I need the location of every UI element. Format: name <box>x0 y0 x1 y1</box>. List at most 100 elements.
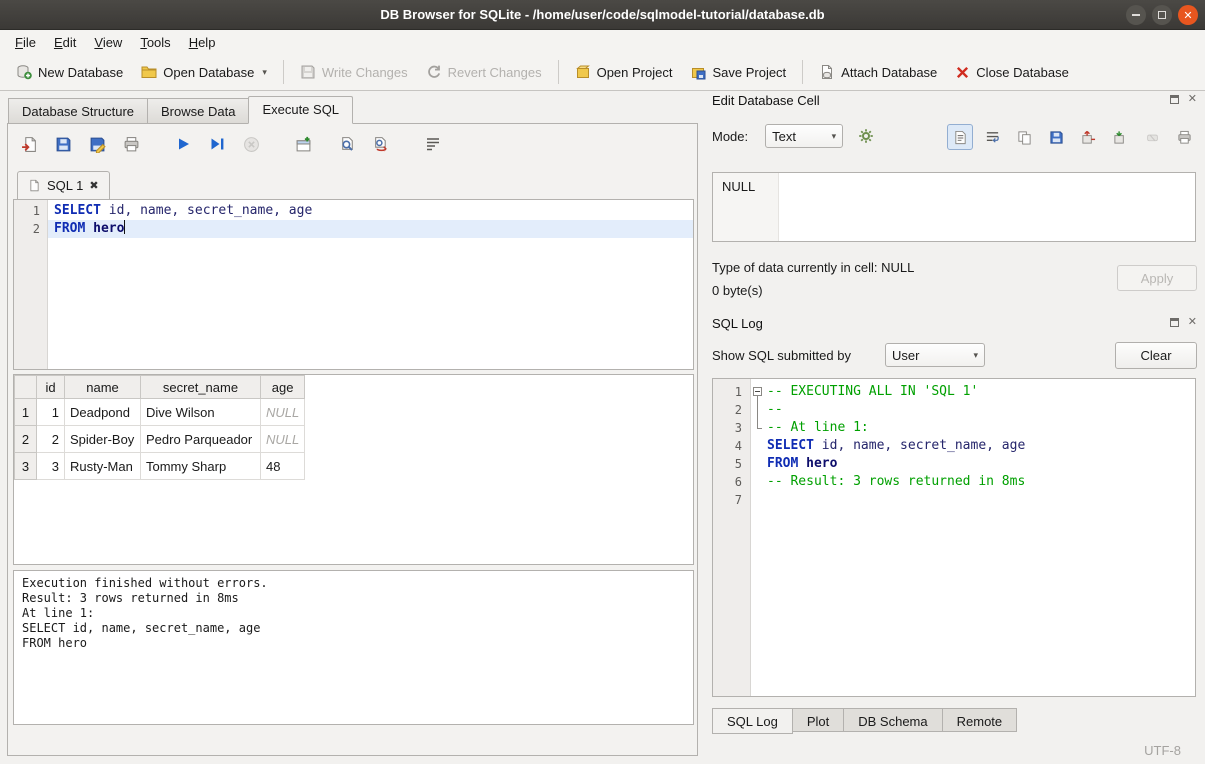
close-database-button[interactable]: Close Database <box>947 60 1077 85</box>
log-line-7 <box>765 491 1195 509</box>
menu-help[interactable]: Help <box>180 32 225 53</box>
text-caret <box>124 220 125 234</box>
column-header-name[interactable]: name <box>65 376 141 399</box>
save-sql-file-as-button[interactable] <box>84 131 110 157</box>
window-title: DB Browser for SQLite - /home/user/code/… <box>380 7 824 22</box>
close-dock-icon[interactable]: ✕ <box>1188 95 1197 104</box>
find-button[interactable] <box>334 131 360 157</box>
corner-header[interactable] <box>15 376 37 399</box>
cell-id[interactable]: 2 <box>37 426 65 453</box>
cell-secret-name[interactable]: Pedro Parqueador <box>141 426 261 453</box>
minimize-button[interactable] <box>1126 5 1146 25</box>
cell-name[interactable]: Spider-Boy <box>65 426 141 453</box>
maximize-button[interactable] <box>1152 5 1172 25</box>
row-number[interactable]: 2 <box>15 426 37 453</box>
clear-log-button[interactable]: Clear <box>1115 342 1197 369</box>
toolbar-separator <box>558 60 559 84</box>
tab-browse-data[interactable]: Browse Data <box>147 98 249 124</box>
save-sql-file-button[interactable] <box>50 131 76 157</box>
open-database-dropdown-icon[interactable]: ▾ <box>262 67 267 78</box>
menu-file[interactable]: File <box>6 32 45 53</box>
save-project-button[interactable]: Save Project <box>682 59 794 85</box>
line-number: 4 <box>713 437 742 455</box>
cell-id[interactable]: 1 <box>37 399 65 426</box>
execute-sql-panel: SQL 1 ✖ 1 2 SELECT id, name, secret_name… <box>7 123 698 756</box>
cell-mode-row: Mode: Text ▾ <box>712 123 879 149</box>
revert-changes-icon <box>426 64 442 80</box>
fold-collapse-icon[interactable] <box>753 387 762 396</box>
open-sql-file-button[interactable] <box>16 131 42 157</box>
word-wrap-icon <box>985 130 1000 145</box>
open-database-button[interactable]: Open Database ▾ <box>133 59 275 85</box>
submitted-by-combobox[interactable]: User ▾ <box>885 343 985 367</box>
sql-log-filter-row: Show SQL submitted by User ▾ <box>712 341 985 369</box>
dock-tab-db-schema[interactable]: DB Schema <box>843 708 942 732</box>
new-sql-tab-button[interactable] <box>290 131 316 157</box>
row-number[interactable]: 3 <box>15 453 37 480</box>
new-tab-icon <box>295 136 312 153</box>
attach-database-button[interactable]: Attach Database <box>811 59 945 85</box>
cell-age[interactable]: 48 <box>261 453 305 480</box>
cell-age[interactable]: NULL <box>261 426 305 453</box>
sql-tab-close-icon[interactable]: ✖ <box>89 179 98 192</box>
cell-secret-name[interactable]: Tommy Sharp <box>141 453 261 480</box>
import-cell-button[interactable] <box>1107 124 1133 150</box>
row-number[interactable]: 1 <box>15 399 37 426</box>
print-button[interactable] <box>118 131 144 157</box>
open-project-button[interactable]: Open Project <box>567 59 681 85</box>
copy-button[interactable] <box>1011 124 1037 150</box>
mode-label: Mode: <box>712 129 748 144</box>
close-dock-icon[interactable]: ✕ <box>1188 318 1197 327</box>
word-wrap-button[interactable] <box>420 131 446 157</box>
float-dock-icon[interactable] <box>1170 318 1179 327</box>
column-header-secret-name[interactable]: secret_name <box>141 376 261 399</box>
save-cell-button[interactable] <box>1043 124 1069 150</box>
dock-tab-remote[interactable]: Remote <box>942 708 1018 732</box>
mode-combobox[interactable]: Text ▾ <box>765 124 843 148</box>
new-database-button[interactable]: New Database <box>8 59 131 85</box>
menubar: File Edit View Tools Help <box>0 30 1205 54</box>
table-row: 3 3 Rusty-Man Tommy Sharp 48 <box>15 453 305 480</box>
sql-log-view: 1 2 3 4 5 6 7 -- EXECUTING ALL IN 'SQL 1… <box>712 378 1196 697</box>
export-cell-button[interactable] <box>1075 124 1101 150</box>
tab-execute-sql[interactable]: Execute SQL <box>248 96 353 124</box>
line-number: 5 <box>713 455 742 473</box>
editor-code-area[interactable]: SELECT id, name, secret_name, age FROM h… <box>48 200 693 369</box>
line-number: 7 <box>713 491 742 509</box>
execute-all-button[interactable] <box>170 131 196 157</box>
fold-margin <box>751 379 765 696</box>
cell-id[interactable]: 3 <box>37 453 65 480</box>
cell-name[interactable]: Rusty-Man <box>65 453 141 480</box>
sql-editor[interactable]: 1 2 SELECT id, name, secret_name, age FR… <box>13 200 694 370</box>
cell-secret-name[interactable]: Dive Wilson <box>141 399 261 426</box>
dock-tab-sql-log[interactable]: SQL Log <box>712 708 793 734</box>
execute-current-line-icon <box>209 136 225 152</box>
cell-settings-button[interactable] <box>853 123 879 149</box>
line-number: 2 <box>713 401 742 419</box>
cell-name[interactable]: Deadpond <box>65 399 141 426</box>
execute-all-icon <box>175 136 191 152</box>
dock-tab-plot[interactable]: Plot <box>792 708 844 732</box>
menu-tools[interactable]: Tools <box>131 32 179 53</box>
menu-view[interactable]: View <box>85 32 131 53</box>
print-cell-button[interactable] <box>1171 124 1197 150</box>
word-wrap-button[interactable] <box>979 124 1005 150</box>
cell-age[interactable]: NULL <box>261 399 305 426</box>
minimize-icon <box>1132 14 1140 16</box>
results-grid: id name secret_name age 1 1 Deadpond Div… <box>13 374 694 565</box>
find-replace-button[interactable] <box>368 131 394 157</box>
menu-edit[interactable]: Edit <box>45 32 85 53</box>
tab-database-structure[interactable]: Database Structure <box>8 98 148 124</box>
encoding-indicator[interactable]: UTF-8 <box>1144 743 1181 758</box>
log-line-6: -- Result: 3 rows returned in 8ms <box>765 473 1195 491</box>
float-dock-icon[interactable] <box>1170 95 1179 104</box>
execute-current-line-button[interactable] <box>204 131 230 157</box>
close-button[interactable]: ✕ <box>1178 5 1198 25</box>
find-icon <box>339 136 356 153</box>
column-header-id[interactable]: id <box>37 376 65 399</box>
cell-value: NULL <box>722 179 755 194</box>
text-mode-button[interactable] <box>947 124 973 150</box>
cell-value-editor[interactable]: NULL <box>712 172 1196 242</box>
column-header-age[interactable]: age <box>261 376 305 399</box>
sql-document-tab[interactable]: SQL 1 ✖ <box>17 171 110 199</box>
